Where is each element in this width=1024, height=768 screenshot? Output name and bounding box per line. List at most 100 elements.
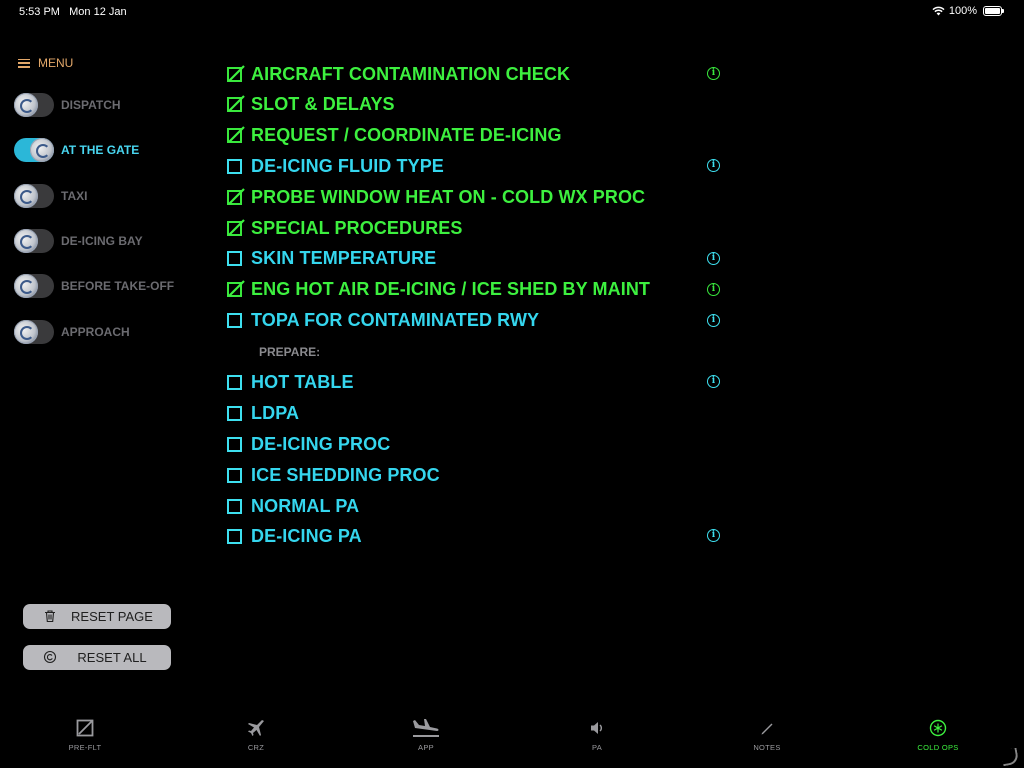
checkbox-icon[interactable] <box>227 528 242 544</box>
checklist-item-de-icing-fluid-type[interactable]: DE-ICING FLUID TYPE <box>227 154 444 178</box>
battery-percent: 100% <box>948 5 977 17</box>
info-icon[interactable]: i <box>707 314 720 327</box>
checkbox-icon[interactable] <box>227 218 245 236</box>
info-icon[interactable]: i <box>707 283 720 296</box>
checkbox-icon[interactable] <box>227 312 242 328</box>
checklist-item-label: PROBE WINDOW HEAT ON - COLD WX PROC <box>251 186 646 207</box>
checkbox-icon[interactable] <box>227 94 245 112</box>
phase-toggle[interactable] <box>14 274 54 298</box>
phase-toggle[interactable] <box>14 320 54 344</box>
checklist-item-request-coordinate-de-icing[interactable]: REQUEST / COORDINATE DE-ICING <box>227 123 562 147</box>
checkbox-icon[interactable] <box>227 158 242 174</box>
tab-pre-flt[interactable]: PRE-FLT <box>40 716 130 752</box>
trash-icon <box>45 610 55 623</box>
checklist-item-ice-shedding-proc[interactable]: ICE SHEDDING PROC <box>227 463 440 487</box>
phase-label: DISPATCH <box>61 98 121 112</box>
checklist-item-label: REQUEST / COORDINATE DE-ICING <box>251 124 562 145</box>
checklist-item-label: ENG HOT AIR DE-ICING / ICE SHED BY MAINT <box>251 278 651 299</box>
tab-app[interactable]: APP <box>381 716 471 752</box>
battery-icon <box>983 6 1004 16</box>
checkbox-icon[interactable] <box>227 436 242 452</box>
info-icon[interactable]: i <box>707 67 720 80</box>
checklist-item-label: TOPA FOR CONTAMINATED RWY <box>251 309 540 330</box>
checklist-item-normal-pa[interactable]: NORMAL PA <box>227 494 359 518</box>
tab-pa[interactable]: PA <box>552 716 642 752</box>
prepare-heading: PREPARE: <box>259 345 321 359</box>
tab-label: PRE-FLT <box>68 743 102 752</box>
tab-label: NOTES <box>753 743 781 752</box>
checklist-item-ldpa[interactable]: LDPA <box>227 401 299 425</box>
phase-at-the-gate[interactable]: AT THE GATE <box>14 136 139 164</box>
checklist-item-label: NORMAL PA <box>251 495 360 516</box>
toggle-knob-icon <box>14 274 38 298</box>
status-time: 5:53 PM Mon 12 Jan <box>19 6 127 18</box>
checkbox-icon[interactable] <box>227 250 242 266</box>
reset-circle-icon <box>43 650 57 664</box>
menu-button[interactable]: MENU <box>18 56 73 70</box>
speaker-icon <box>591 722 602 734</box>
toggle-knob-icon <box>14 93 38 117</box>
checkbox-icon[interactable] <box>227 187 245 205</box>
checklist-item-de-icing-pa[interactable]: DE-ICING PA <box>227 524 362 548</box>
checklist-item-skin-temperature[interactable]: SKIN TEMPERATURE <box>227 246 436 270</box>
hamburger-icon <box>18 58 30 68</box>
airplane-icon <box>248 720 264 736</box>
info-icon[interactable]: i <box>707 529 720 542</box>
info-icon[interactable]: i <box>707 159 720 172</box>
checklist-item-probe-window-heat[interactable]: PROBE WINDOW HEAT ON - COLD WX PROC <box>227 185 645 209</box>
phase-dispatch[interactable]: DISPATCH <box>14 91 121 119</box>
checklist-item-label: ICE SHEDDING PROC <box>251 464 440 485</box>
checklist-item-label: DE-ICING FLUID TYPE <box>251 155 444 176</box>
phase-label: DE-ICING BAY <box>61 234 143 248</box>
phase-label: AT THE GATE <box>61 143 140 157</box>
phase-toggle[interactable] <box>14 184 54 208</box>
tab-label: PA <box>591 743 603 752</box>
checklist-item-label: LDPA <box>251 402 300 423</box>
info-icon[interactable]: i <box>707 375 720 388</box>
checklist-item-label: AIRCRAFT CONTAMINATION CHECK <box>251 63 571 84</box>
checklist-item-hot-table[interactable]: HOT TABLE <box>227 370 354 394</box>
checkbox-icon[interactable] <box>227 498 242 514</box>
checkbox-icon[interactable] <box>227 405 242 421</box>
checkbox-icon[interactable] <box>227 125 245 143</box>
wifi-icon <box>932 6 945 16</box>
phase-taxi[interactable]: TAXI <box>14 182 87 210</box>
tab-cold-ops[interactable]: COLD OPS <box>893 716 983 752</box>
checkbox-icon[interactable] <box>227 467 242 483</box>
checklist-item-topa-contaminated-rwy[interactable]: TOPA FOR CONTAMINATED RWY <box>227 308 539 332</box>
phase-de-icing-bay[interactable]: DE-ICING BAY <box>14 227 143 255</box>
checkbox-icon <box>76 719 94 737</box>
info-icon[interactable]: i <box>707 252 720 265</box>
checklist-item-eng-hot-air-de-icing[interactable]: ENG HOT AIR DE-ICING / ICE SHED BY MAINT <box>227 277 650 301</box>
checkbox-icon[interactable] <box>227 374 242 390</box>
checklist-item-label: SKIN TEMPERATURE <box>251 247 437 268</box>
phase-label: BEFORE TAKE-OFF <box>61 279 175 293</box>
landing-icon <box>413 719 439 737</box>
toggle-knob-icon <box>30 138 54 162</box>
checklist-item-special-procedures[interactable]: SPECIAL PROCEDURES <box>227 216 463 240</box>
tab-notes[interactable]: NOTES <box>722 716 812 752</box>
phase-toggle[interactable] <box>14 229 54 253</box>
menu-label: MENU <box>38 56 74 70</box>
toggle-knob-icon <box>14 184 38 208</box>
checkbox-icon[interactable] <box>227 279 245 297</box>
checkbox-icon[interactable] <box>227 64 245 82</box>
reset-page-button[interactable]: RESET PAGE <box>23 604 171 629</box>
phase-label: APPROACH <box>61 325 130 339</box>
phase-label: TAXI <box>61 189 88 203</box>
reset-all-button[interactable]: RESET ALL <box>23 645 171 670</box>
phase-approach[interactable]: APPROACH <box>14 318 130 346</box>
snowflake-icon <box>929 719 947 737</box>
tab-label: APP <box>418 743 434 752</box>
tab-crz[interactable]: CRZ <box>211 716 301 752</box>
checklist-item-de-icing-proc[interactable]: DE-ICING PROC <box>227 432 390 456</box>
pencil-icon <box>761 723 773 735</box>
phase-toggle[interactable] <box>14 93 54 117</box>
phase-toggle[interactable] <box>14 138 54 162</box>
tab-label: CRZ <box>247 743 265 752</box>
phase-before-take-off[interactable]: BEFORE TAKE-OFF <box>14 272 174 300</box>
tab-label: COLD OPS <box>917 743 959 752</box>
checklist-item-aircraft-contamination-check[interactable]: AIRCRAFT CONTAMINATION CHECK <box>227 62 570 86</box>
toggle-knob-icon <box>14 320 38 344</box>
checklist-item-slot-delays[interactable]: SLOT & DELAYS <box>227 92 395 116</box>
